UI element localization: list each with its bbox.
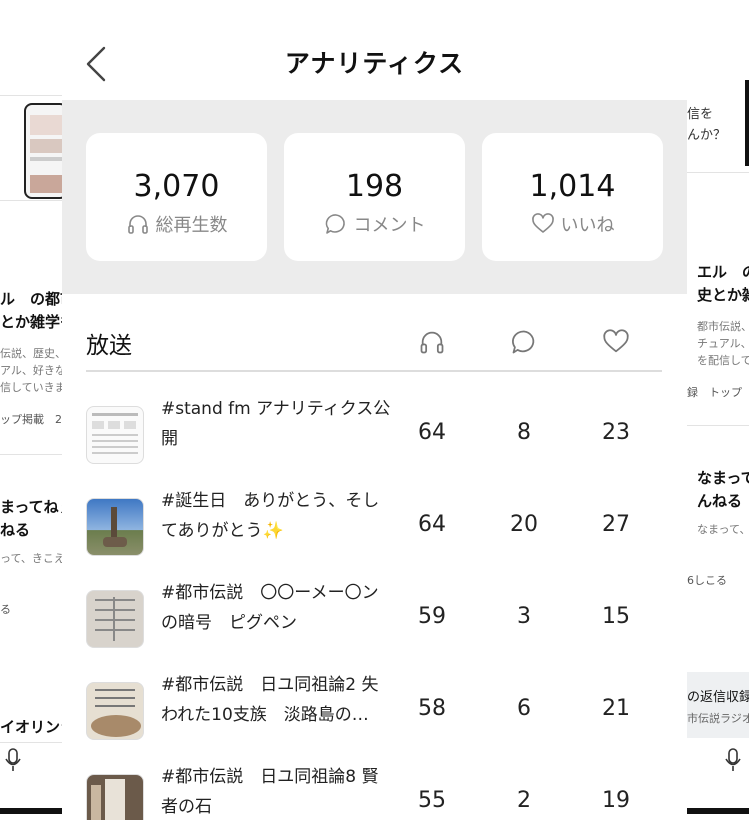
page-title: アナリティクス bbox=[284, 49, 465, 78]
episode-likes: 27 bbox=[602, 512, 630, 537]
channel-meta: 録 トップ bbox=[687, 386, 742, 399]
channel-description: 都市伝説、 bbox=[697, 320, 749, 333]
microphone-icon[interactable] bbox=[5, 748, 21, 772]
episode-plays: 59 bbox=[418, 604, 446, 629]
episode-title: #都市伝説 日ユ同祖論8 賢者の石 bbox=[161, 767, 379, 817]
headphones-icon bbox=[420, 331, 444, 354]
divider bbox=[0, 742, 62, 743]
stat-label: 総再生数 bbox=[155, 215, 228, 236]
heart-icon bbox=[603, 329, 629, 353]
episode-likes: 15 bbox=[602, 604, 630, 629]
episode-plays: 58 bbox=[418, 696, 446, 721]
divider bbox=[687, 172, 749, 173]
channel-meta: ップ掲載 2 bbox=[0, 413, 62, 426]
channel-title-line[interactable]: ねる bbox=[0, 519, 30, 540]
analytics-panel: アナリティクス 3,070 総再生数 198 コメント 1,014 いいね 放送… bbox=[62, 0, 687, 820]
episode-comments: 20 bbox=[510, 512, 538, 537]
banner-subtitle: 市伝説ラジオ bbox=[687, 712, 749, 725]
episode-row[interactable]: #都市伝説 日ユ同祖論8 賢者の石 55 2 19 bbox=[86, 760, 662, 820]
channel-title-line[interactable]: ル の都市 bbox=[0, 288, 62, 309]
microphone-icon[interactable] bbox=[725, 748, 741, 772]
stat-value: 1,014 bbox=[529, 169, 616, 204]
background-page-left: ル の都市 とか雑学も 伝説、歴史、 アル、好きな 信していきま ップ掲載 2 … bbox=[0, 0, 62, 820]
banner-text: 信を bbox=[687, 107, 714, 122]
stat-label-row: コメント bbox=[284, 211, 465, 237]
stat-card-plays: 3,070 総再生数 bbox=[86, 133, 267, 261]
banner-title: の返信収録 bbox=[687, 690, 749, 705]
stat-card-likes: 1,014 いいね bbox=[482, 133, 663, 261]
episode-comments: 8 bbox=[517, 420, 531, 445]
channel-description: 伝説、歴史、 bbox=[0, 347, 62, 360]
episode-thumbnail bbox=[86, 774, 144, 820]
channel-meta: る bbox=[0, 603, 11, 616]
stat-value: 3,070 bbox=[133, 169, 220, 204]
episode-title: #誕生日 ありがとう、そしてありがとう✨ bbox=[161, 491, 380, 541]
background-page-right: 信を んか？ エル の 史とか雑 都市伝説、 チュアル、 を配信して 録 トップ… bbox=[687, 0, 749, 820]
stat-card-comments: 198 コメント bbox=[284, 133, 465, 261]
channel-description: チュアル、 bbox=[697, 337, 749, 350]
divider bbox=[0, 200, 62, 201]
phone-edge bbox=[745, 80, 749, 166]
episode-comments: 2 bbox=[517, 788, 531, 813]
episode-plays: 64 bbox=[418, 420, 446, 445]
episode-plays: 55 bbox=[418, 788, 446, 813]
divider bbox=[0, 454, 62, 455]
banner-text: んか？ bbox=[687, 128, 727, 143]
stat-label-row: いいね bbox=[482, 211, 663, 237]
episode-row[interactable]: #都市伝説 〇〇ーメー〇ンの暗号 ピグペン 59 3 15 bbox=[86, 576, 662, 668]
channel-description: アル、好きな bbox=[0, 364, 62, 377]
channel-title-line[interactable]: エル の bbox=[697, 261, 749, 282]
heart-icon bbox=[531, 213, 554, 233]
stats-section: 3,070 総再生数 198 コメント 1,014 いいね bbox=[62, 100, 687, 294]
header: アナリティクス bbox=[62, 0, 687, 100]
episode-title: #stand fm アナリティクス公開 bbox=[161, 399, 391, 449]
episode-thumbnail bbox=[86, 682, 144, 740]
headphones-icon bbox=[127, 215, 148, 234]
stat-label: いいね bbox=[560, 215, 615, 236]
stat-value: 198 bbox=[345, 169, 404, 204]
divider bbox=[687, 425, 749, 426]
episode-title: #都市伝説 日ユ同祖論2 失われた10支族 淡路島の… bbox=[161, 675, 379, 725]
channel-description: を配信して bbox=[697, 354, 749, 367]
episode-row[interactable]: #誕生日 ありがとう、そしてありがとう✨ 64 20 27 bbox=[86, 484, 662, 576]
stat-label-row: 総再生数 bbox=[86, 211, 267, 237]
channel-description: なまって、 bbox=[697, 523, 749, 536]
stat-label: コメント bbox=[353, 215, 426, 236]
reply-banner[interactable]: の返信収録 市伝説ラジオ bbox=[687, 672, 749, 738]
channel-title-line[interactable]: 史とか雑 bbox=[697, 284, 749, 305]
episode-comments: 3 bbox=[517, 604, 531, 629]
channel-title-line[interactable]: まってねぇ bbox=[0, 496, 62, 517]
home-indicator bbox=[0, 808, 62, 814]
channel-title-line[interactable]: なまって bbox=[697, 467, 749, 488]
episode-likes: 23 bbox=[602, 420, 630, 445]
channel-title-line[interactable]: とか雑学も bbox=[0, 311, 62, 332]
episode-title: #都市伝説 〇〇ーメー〇ンの暗号 ピグペン bbox=[161, 583, 379, 633]
divider bbox=[0, 95, 62, 96]
channel-title-line[interactable]: イオリンラ bbox=[0, 716, 62, 737]
episode-likes: 21 bbox=[602, 696, 630, 721]
episode-plays: 64 bbox=[418, 512, 446, 537]
episode-likes: 19 bbox=[602, 788, 630, 813]
channel-description: って、きこえ bbox=[0, 552, 62, 565]
channel-description: 信していきま bbox=[0, 381, 62, 394]
comment-icon bbox=[325, 214, 345, 234]
episode-comments: 6 bbox=[517, 696, 531, 721]
episode-row[interactable]: #都市伝説 日ユ同祖論2 失われた10支族 淡路島の… 58 6 21 bbox=[86, 668, 662, 760]
home-indicator bbox=[687, 808, 749, 814]
episode-list-header: 放送 bbox=[86, 318, 662, 372]
episode-thumbnail bbox=[86, 590, 144, 648]
episode-thumbnail bbox=[86, 406, 144, 464]
comment-icon bbox=[512, 330, 535, 354]
channel-title-line[interactable]: んねる bbox=[697, 490, 742, 511]
episode-thumbnail bbox=[86, 498, 144, 556]
episode-thumbnail bbox=[24, 103, 62, 199]
list-title: 放送 bbox=[86, 333, 132, 359]
channel-meta: 6しこる bbox=[687, 574, 727, 587]
episode-row[interactable]: #stand fm アナリティクス公開 64 8 23 bbox=[86, 392, 662, 484]
